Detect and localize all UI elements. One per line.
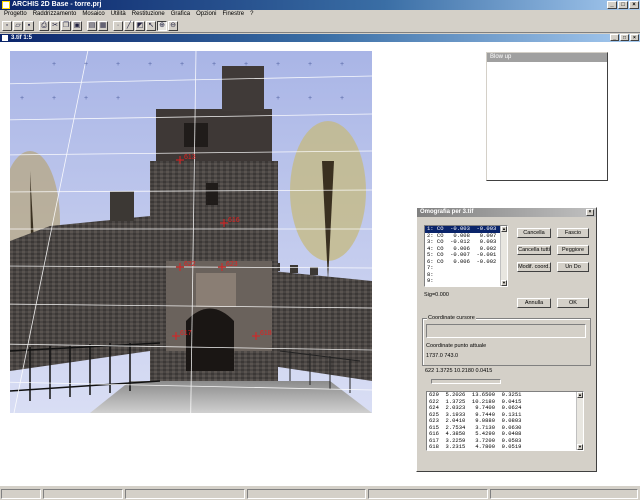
open-folder-icon[interactable]: ▱: [13, 20, 23, 31]
status-panel: [246, 489, 367, 499]
points-list-scrollbar[interactable]: ▲ ▼: [500, 226, 507, 286]
menu-help[interactable]: ?: [248, 10, 257, 19]
status-panel: [124, 489, 245, 499]
blowup-window[interactable]: Blow up: [486, 52, 608, 181]
close-icon[interactable]: ×: [629, 1, 639, 9]
menu-grafica[interactable]: Grafica: [169, 10, 194, 19]
peggiore-button[interactable]: Peggiore: [557, 245, 589, 255]
mdi-workspace: 3.tif 1:5 _ □ × + + + + + + + + + + + + …: [0, 34, 640, 486]
image-window-icon: [2, 35, 8, 41]
undo-button[interactable]: Un Do: [557, 262, 589, 272]
layers-icon[interactable]: ▤: [87, 20, 97, 31]
child-close-icon[interactable]: ×: [630, 34, 639, 41]
minimize-icon[interactable]: _: [607, 1, 617, 9]
marker-label: 618: [260, 330, 272, 337]
coords-list[interactable]: 629 5.2026 13.6500 0.3251 622 1.3725 10.…: [426, 391, 584, 451]
copy-icon[interactable]: ❐: [61, 20, 71, 31]
cursor-coords-title: Coordinate cursore: [427, 315, 476, 321]
child-maximize-icon[interactable]: □: [620, 34, 629, 41]
select-arrow-icon[interactable]: ↖: [146, 20, 156, 31]
cursor-coords-group: Coordinate cursore Coordinate punto attu…: [422, 315, 591, 366]
menu-utilita[interactable]: Utilità: [109, 10, 130, 19]
ok-button[interactable]: OK: [557, 298, 589, 308]
save-icon[interactable]: ▪: [24, 20, 34, 31]
new-file-icon[interactable]: ▫: [2, 20, 12, 31]
grid-icon[interactable]: ▦: [98, 20, 108, 31]
status-panel: [368, 489, 489, 499]
annulla-button[interactable]: Annulla: [517, 298, 551, 308]
menu-mosaico[interactable]: Mosaico: [80, 10, 108, 19]
modif-coord-button[interactable]: Modif. coord.: [517, 262, 551, 272]
app-title-bar[interactable]: ARCHIS 2D Base - torre.prj _ □ ×: [0, 0, 640, 10]
menu-raddrizzamento[interactable]: Raddrizzamento: [31, 10, 81, 19]
marker-label: 617: [180, 330, 192, 337]
list-item[interactable]: 6: CO 0.006 -0.002: [425, 258, 507, 266]
coords-list-scrollbar[interactable]: ▲ ▼: [576, 392, 583, 450]
zoom-out-icon[interactable]: ⊖: [168, 20, 178, 31]
current-point-label: Coordinate punto attuale: [426, 343, 487, 349]
point-icon[interactable]: ·: [113, 20, 123, 31]
marker-label: 623: [226, 261, 238, 268]
menu-restituzione[interactable]: Restituzione: [130, 10, 169, 19]
sigma-value: Sig=0.000: [424, 292, 449, 298]
list-item[interactable]: 9:: [425, 277, 507, 285]
cut-icon[interactable]: ✂: [50, 20, 60, 31]
app-title: ARCHIS 2D Base - torre.prj: [12, 1, 102, 8]
menu-finestre[interactable]: Finestre: [220, 10, 248, 19]
rectify-icon[interactable]: ◩: [135, 20, 145, 31]
omografia-dialog: Omografia per 3.tif × 1: CO -0.003 -0.00…: [416, 207, 597, 472]
dialog-title: Omografia per 3.tif: [420, 209, 474, 215]
cancella-button[interactable]: Cancella: [517, 228, 551, 238]
app-icon: [2, 1, 10, 9]
menu-opzioni[interactable]: Opzioni: [194, 10, 220, 19]
progress-track: [431, 379, 501, 384]
list-item[interactable]: 618 3.2315 4.7800 0.0519: [427, 443, 583, 451]
child-minimize-icon[interactable]: _: [610, 34, 619, 41]
image-window-title-bar[interactable]: 3.tif 1:5 _ □ ×: [0, 34, 640, 42]
marker-label: 613: [184, 154, 196, 161]
status-panel: [1, 489, 41, 499]
scroll-up-icon[interactable]: ▲: [501, 226, 507, 232]
menu-progetto[interactable]: Progetto: [2, 10, 31, 19]
menu-bar: Progetto Raddrizzamento Mosaico Utilità …: [0, 10, 640, 19]
zoom-in-icon[interactable]: ⊕: [157, 20, 167, 31]
current-point-detail: 622 1.3725 10.2180 0.0415: [425, 368, 493, 374]
marker-label: 616: [228, 217, 240, 224]
scroll-down-icon[interactable]: ▼: [577, 444, 583, 450]
blowup-title: Blow up: [487, 53, 607, 62]
points-list[interactable]: 1: CO -0.003 -0.003 2: CO 0.008 0.007 3:…: [424, 225, 508, 287]
status-panel: [42, 489, 123, 499]
cursor-coords-field: [426, 324, 586, 338]
line-icon[interactable]: ╱: [124, 20, 134, 31]
maximize-icon[interactable]: □: [618, 1, 628, 9]
dialog-close-icon[interactable]: ×: [586, 209, 594, 216]
image-window-title: 3.tif 1:5: [11, 35, 33, 41]
status-bar: [0, 488, 640, 500]
toolbar: ▫ ▱ ▪ ⎙ ✂ ❐ ▣ ▤ ▦ · ╱ ◩ ↖ ⊕ ⊖: [0, 19, 640, 33]
marker-label: 622: [184, 261, 196, 268]
scroll-down-icon[interactable]: ▼: [501, 280, 507, 286]
dialog-title-bar[interactable]: Omografia per 3.tif ×: [417, 208, 596, 217]
current-point-xy: 1737.0 743.0: [426, 353, 459, 359]
cancella-tutti-button[interactable]: Cancella tutti: [517, 245, 551, 255]
fascio-button[interactable]: Fascio: [557, 228, 589, 238]
status-panel: [490, 489, 639, 499]
scroll-up-icon[interactable]: ▲: [577, 392, 583, 398]
tower-photo[interactable]: [10, 51, 372, 413]
print-icon[interactable]: ⎙: [39, 20, 49, 31]
paste-icon[interactable]: ▣: [72, 20, 82, 31]
